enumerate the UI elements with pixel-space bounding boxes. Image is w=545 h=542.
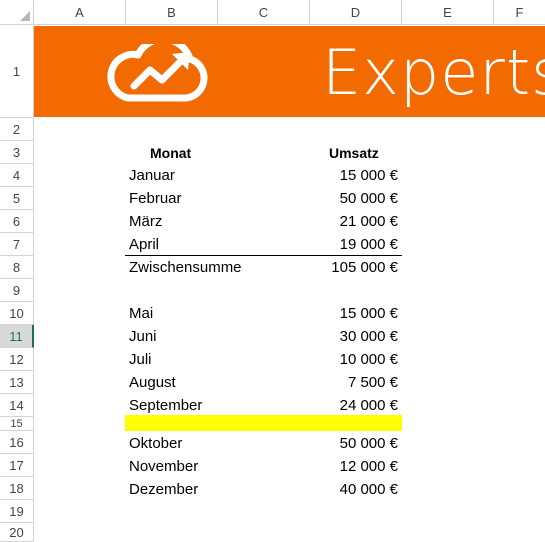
subtotal-value[interactable]: 105 000 € [310,259,398,276]
row-header-5[interactable]: 5 [0,187,34,210]
row-header-7[interactable]: 7 [0,233,34,256]
month-cell[interactable]: August [129,374,176,391]
column-header-c[interactable]: C [218,0,310,25]
row-header-19[interactable]: 19 [0,500,34,523]
row-header-15[interactable]: 15 [0,417,34,431]
row-header-6[interactable]: 6 [0,210,34,233]
row-header-9[interactable]: 9 [0,279,34,302]
month-cell[interactable]: Juni [129,328,157,345]
row-header-4[interactable]: 4 [0,164,34,187]
column-header-a[interactable]: A [34,0,126,25]
sales-cell[interactable]: 19 000 € [310,236,398,253]
cloud-growth-icon [106,35,210,107]
sales-cell[interactable]: 24 000 € [310,397,398,414]
row-header-3[interactable]: 3 [0,141,34,164]
row-header-10[interactable]: 10 [0,302,34,325]
sales-cell[interactable]: 15 000 € [310,167,398,184]
subtotal-label[interactable]: Zwischensumme [129,259,242,276]
row-header-18[interactable]: 18 [0,477,34,500]
column-header-b[interactable]: B [126,0,218,25]
sales-cell[interactable]: 21 000 € [310,213,398,230]
sales-cell[interactable]: 7 500 € [310,374,398,391]
month-cell[interactable]: Oktober [129,435,182,452]
row-header-16[interactable]: 16 [0,431,34,454]
column-header-f[interactable]: F [494,0,545,25]
month-cell[interactable]: März [129,213,162,230]
sales-cell[interactable]: 10 000 € [310,351,398,368]
row-header-12[interactable]: 12 [0,348,34,371]
row-header-20[interactable]: 20 [0,523,34,542]
sales-cell[interactable]: 50 000 € [310,435,398,452]
month-cell[interactable]: Februar [129,190,182,207]
sales-cell[interactable]: 12 000 € [310,458,398,475]
month-cell[interactable]: Mai [129,305,153,322]
highlighted-row[interactable] [125,415,402,431]
row-header-1[interactable]: 1 [0,25,34,118]
brand-title: Experts [322,36,545,109]
row-header-17[interactable]: 17 [0,454,34,477]
column-header-d[interactable]: D [310,0,402,25]
month-cell[interactable]: Juli [129,351,152,368]
sales-cell[interactable]: 50 000 € [310,190,398,207]
month-cell[interactable]: November [129,458,198,475]
column-header-e[interactable]: E [402,0,494,25]
month-cell[interactable]: Dezember [129,481,198,498]
subtotal-divider [125,255,402,256]
brand-banner: Experts [34,26,545,117]
month-cell[interactable]: April [129,236,159,253]
row-header-14[interactable]: 14 [0,394,34,417]
sales-cell[interactable]: 30 000 € [310,328,398,345]
header-month: Monat [150,145,192,161]
row-header-8[interactable]: 8 [0,256,34,279]
select-all-triangle-icon [20,11,30,21]
row-header-11[interactable]: 11 [0,325,34,348]
sales-cell[interactable]: 15 000 € [310,305,398,322]
month-cell[interactable]: Januar [129,167,175,184]
row-header-13[interactable]: 13 [0,371,34,394]
sales-cell[interactable]: 40 000 € [310,481,398,498]
header-sales: Umsatz [329,145,379,161]
select-all-corner[interactable] [0,0,34,25]
month-cell[interactable]: September [129,397,202,414]
row-header-2[interactable]: 2 [0,118,34,141]
